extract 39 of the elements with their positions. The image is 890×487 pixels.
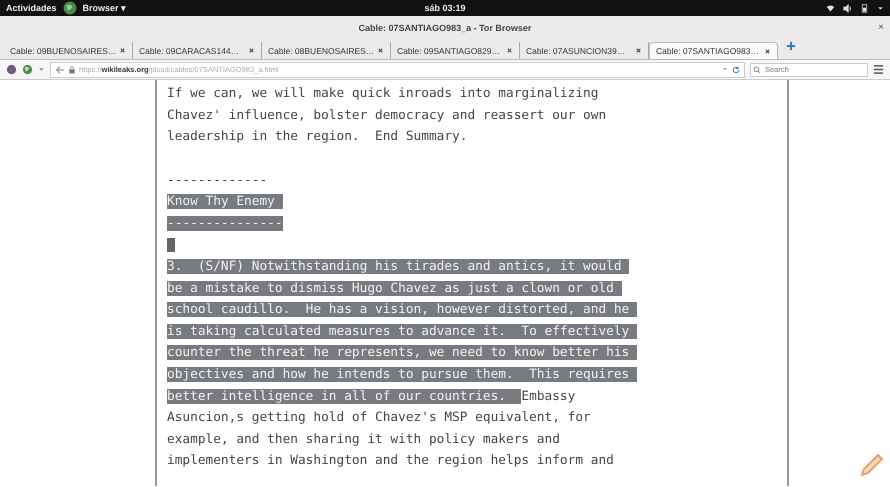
window-title: Cable: 07SANTIAGO983_a - Tor Browser [358, 23, 532, 33]
plus-icon[interactable] [786, 41, 796, 51]
selected-text: counter the threat he represents, we need to know better his [167, 345, 637, 360]
selected-text: school caudillo. He has a vision, however distorted, and he [167, 302, 637, 318]
close-icon[interactable] [248, 47, 255, 54]
body-text: If we can, we will make quick inroads into marginalizing [167, 86, 598, 102]
lock-icon [68, 66, 76, 74]
menu-icon[interactable] [873, 64, 884, 75]
selected-text: objectives and how he intends to pursue them. This requires [167, 367, 637, 382]
app-menu[interactable]: Browser ▾ [82, 3, 126, 13]
activities-button[interactable]: Actividades [6, 3, 57, 13]
battery-icon[interactable] [860, 4, 869, 12]
body-text: example, and then sharing it with policy makers and [167, 432, 560, 447]
body-text: leadership in the region. End Summary. [167, 129, 468, 144]
selected-text: better intelligence in all of our countries. [167, 388, 522, 404]
body-text: implementers in Washington and the region helps inform and [167, 453, 614, 468]
selected-text: 3. (S/NF) Notwithstanding his tirades and antics, it would [167, 259, 630, 274]
selected-text: --------------- [167, 216, 283, 231]
clock[interactable]: sáb 03:19 [424, 3, 466, 13]
body-text: Chavez' influence, bolster democracy and reassert our own [167, 108, 606, 123]
body-text: Asuncion,s getting hold of Chavez's MSP equivalent, for [167, 410, 591, 426]
wifi-icon[interactable] [826, 4, 835, 12]
speaker-icon[interactable] [843, 4, 852, 12]
caret-icon[interactable] [877, 4, 884, 12]
reload-icon[interactable] [732, 66, 740, 74]
close-icon[interactable] [119, 47, 126, 54]
back-arrow-icon[interactable] [55, 64, 65, 74]
body-text: ------------- [167, 172, 268, 188]
close-button[interactable]: × [878, 22, 884, 33]
close-icon[interactable] [506, 47, 513, 54]
selected-text: is taking calculated measures to advance it. To effectively [167, 324, 637, 339]
selected-text: be a mistake to dismiss Hugo Chavez as just a clown or old [167, 280, 622, 296]
body-text: Embassy [521, 388, 576, 404]
globe-icon[interactable] [62, 1, 77, 15]
browser-tab[interactable]: Cable: 07SANTIAGO983… [649, 42, 778, 59]
close-icon[interactable] [764, 48, 771, 54]
close-icon[interactable] [377, 47, 384, 54]
selected-text: Know Thy Enemy [167, 194, 283, 210]
close-icon[interactable] [635, 47, 642, 54]
